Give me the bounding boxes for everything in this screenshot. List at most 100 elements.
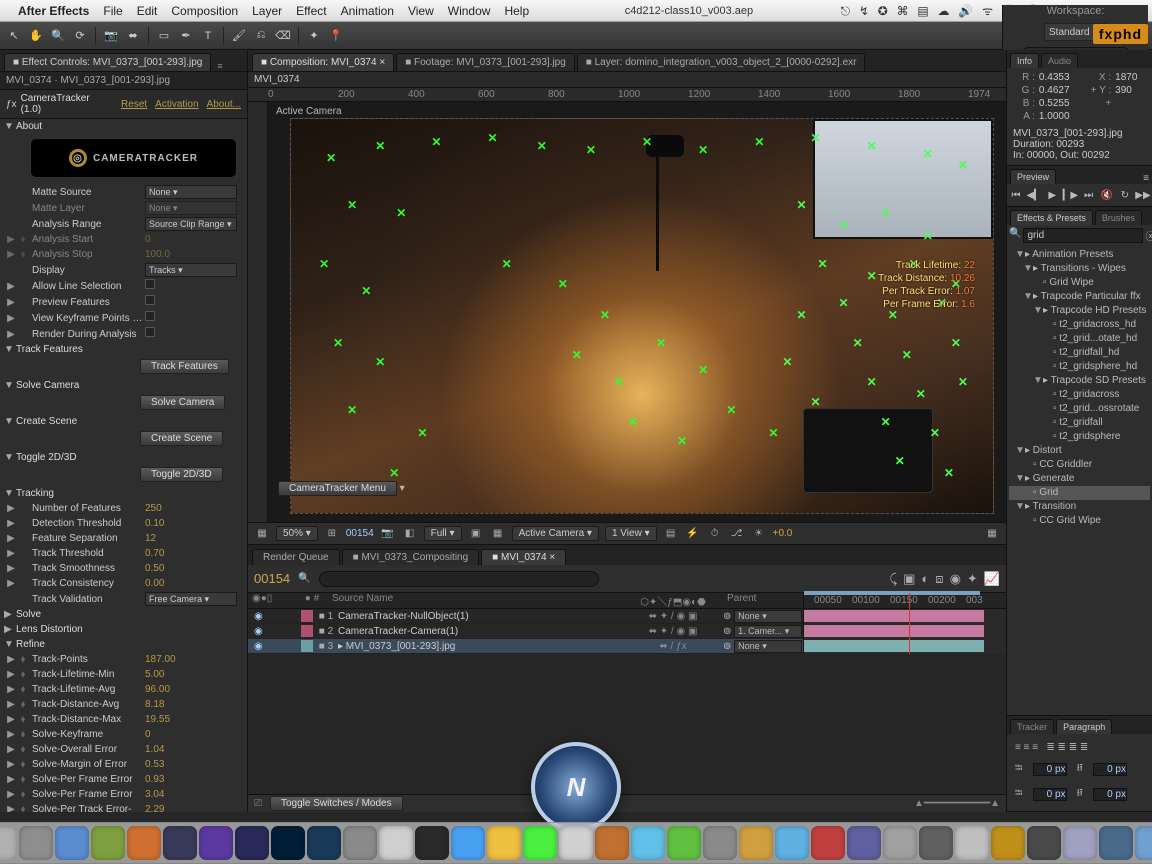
footage-tab[interactable]: ■ Footage: MVI_0373_[001-293].jpg xyxy=(396,53,575,71)
pen-tool-icon[interactable]: ✒ xyxy=(176,26,196,46)
dock-app-icon[interactable] xyxy=(595,826,629,860)
tree-node[interactable]: ▫ t2_gridacross_hd xyxy=(1009,318,1150,332)
current-frame[interactable]: 00154 xyxy=(346,528,374,539)
play-icon[interactable]: ▶ xyxy=(1045,188,1059,202)
dock-app-icon[interactable] xyxy=(847,826,881,860)
property-row[interactable]: ▶Track Threshold0.70 xyxy=(0,546,247,561)
property-row[interactable]: ▶⬧Track-Lifetime-Min5.00 xyxy=(0,667,247,682)
roto-tool-icon[interactable]: ✦ xyxy=(304,26,324,46)
camera-select[interactable]: Active Camera ▾ xyxy=(512,526,599,541)
indent-left[interactable] xyxy=(1033,763,1067,776)
menu-view[interactable]: View xyxy=(408,4,434,18)
type-tool-icon[interactable]: T xyxy=(198,26,218,46)
dock-app-icon[interactable] xyxy=(919,826,953,860)
dock-app-icon[interactable] xyxy=(487,826,521,860)
render-queue-tab[interactable]: Render Queue xyxy=(252,549,340,565)
tray-icon[interactable]: 🔊 xyxy=(958,4,973,18)
layer-search-input[interactable] xyxy=(319,571,599,587)
dock-app-icon[interactable] xyxy=(55,826,89,860)
expand-icon[interactable]: ⎚ xyxy=(254,798,262,809)
menu-effect[interactable]: Effect xyxy=(296,4,326,18)
zoom-slider[interactable]: ▲━━━━━━━━━━━▲ xyxy=(914,798,1000,809)
channel-icon[interactable]: ◧ xyxy=(402,526,418,542)
property-row[interactable]: ▶Preview Features xyxy=(0,294,247,310)
dock-app-icon[interactable] xyxy=(379,826,413,860)
dock-app-icon[interactable] xyxy=(415,826,449,860)
property-row[interactable]: ▶⬧Analysis Stop100.0 xyxy=(0,247,247,262)
dock-app-icon[interactable] xyxy=(163,826,197,860)
tree-node[interactable]: ▫ t2_gridacross xyxy=(1009,388,1150,402)
dock-app-icon[interactable] xyxy=(811,826,845,860)
paragraph-tab[interactable]: Paragraph xyxy=(1056,719,1112,734)
dock-app-icon[interactable] xyxy=(559,826,593,860)
tray-icon[interactable]: ↯ xyxy=(859,4,869,18)
exposure-reset-icon[interactable]: ☀ xyxy=(751,526,767,542)
tree-node[interactable]: ▫ Grid Wipe xyxy=(1009,276,1150,290)
dock-app-icon[interactable] xyxy=(1027,826,1061,860)
panel-menu-icon[interactable]: ≡ xyxy=(217,61,222,71)
tree-node[interactable]: ▼▸ Transitions - Wipes xyxy=(1009,262,1150,276)
property-row[interactable]: ▶Feature Separation12 xyxy=(0,531,247,546)
info-tab[interactable]: Info xyxy=(1010,53,1039,68)
shy-toggle-icon[interactable]: ⤹ xyxy=(889,571,897,587)
effects-presets-tab[interactable]: Effects & Presets xyxy=(1010,210,1093,225)
toggle-2d-3d-button[interactable]: Toggle 2D/3D xyxy=(140,467,223,482)
preview-tab[interactable]: Preview xyxy=(1010,169,1056,184)
tray-icon[interactable]: ⎋ xyxy=(841,4,851,18)
tray-icon[interactable]: ᯤ xyxy=(982,4,993,18)
rotate-tool-icon[interactable]: ⟳ xyxy=(70,26,90,46)
composition-viewer[interactable]: Active Camera ✕✕✕✕✕✕✕✕✕✕✕✕✕✕✕✕✕✕✕✕✕✕✕✕✕✕… xyxy=(268,102,1006,522)
property-row[interactable]: ▶⬧Solve-Keyframe0 xyxy=(0,727,247,742)
track-features-button[interactable]: Track Features xyxy=(140,359,229,374)
property-row[interactable]: Matte SourceNone ▾ xyxy=(0,184,247,200)
comp-tab[interactable]: ■ Composition: MVI_0374 × xyxy=(252,53,394,71)
property-row[interactable]: Matte LayerNone ▾ xyxy=(0,200,247,216)
tray-icon[interactable]: ⌘ xyxy=(897,4,909,18)
property-row[interactable]: ▶Allow Line Selection xyxy=(0,278,247,294)
dock-app-icon[interactable] xyxy=(307,826,341,860)
last-frame-icon[interactable]: ⏭ xyxy=(1082,188,1096,202)
flowchart-icon[interactable]: ⎇ xyxy=(729,526,745,542)
property-row[interactable]: ▶⬧Track-Distance-Avg8.18 xyxy=(0,697,247,712)
brainstorm-icon[interactable]: ✦ xyxy=(967,571,978,587)
tree-node[interactable]: ▼▸ Distort xyxy=(1009,444,1150,458)
paragraph-align-row[interactable]: ≡ ≡ ≡ ≣ ≣ ≣ ≣ xyxy=(1013,738,1146,757)
layer-row[interactable]: ◉■ 1CameraTracker-NullObject(1)⬌ ✦ / ◉ ▣… xyxy=(248,609,803,624)
property-row[interactable]: ▶⬧Analysis Start0 xyxy=(0,232,247,247)
motion-blur-icon[interactable]: ◉ xyxy=(950,571,961,587)
property-row[interactable]: Analysis RangeSource Clip Range ▾ xyxy=(0,216,247,232)
dock-app-icon[interactable] xyxy=(0,826,17,860)
property-row[interactable]: ▶Number of Features250 xyxy=(0,501,247,516)
ram-preview-icon[interactable]: ▶▶ xyxy=(1136,188,1150,202)
timeline-icon[interactable]: ⏱ xyxy=(707,526,723,542)
layer-tab[interactable]: ■ Layer: domino_integration_v003_object_… xyxy=(577,53,866,71)
selection-tool-icon[interactable]: ↖ xyxy=(4,26,24,46)
tree-node[interactable]: ▫ t2_gridsphere_hd xyxy=(1009,360,1150,374)
dock-app-icon[interactable] xyxy=(703,826,737,860)
toggle-switches-button[interactable]: Toggle Switches / Modes xyxy=(270,796,403,811)
graph-editor-icon[interactable]: 📈 xyxy=(984,571,1000,587)
dock-app-icon[interactable] xyxy=(883,826,917,860)
tree-node[interactable]: ▫ CC Grid Wipe xyxy=(1009,514,1150,528)
solve-camera-button[interactable]: Solve Camera xyxy=(140,395,225,410)
fx-toggle-icon[interactable]: ƒx xyxy=(6,99,17,110)
dock-app-icon[interactable] xyxy=(451,826,485,860)
tray-icon[interactable]: ▤ xyxy=(917,4,928,18)
tree-node[interactable]: ▼▸ Generate xyxy=(1009,472,1150,486)
panel-settings-icon[interactable]: ▦ xyxy=(984,526,1000,542)
timeline-tab-active[interactable]: ■ MVI_0374 × xyxy=(481,549,566,565)
dock-app-icon[interactable] xyxy=(631,826,665,860)
tree-node[interactable]: ▫ t2_grid...ossrotate xyxy=(1009,402,1150,416)
property-row[interactable]: ▶⬧Track-Lifetime-Avg96.00 xyxy=(0,682,247,697)
pan-behind-tool-icon[interactable]: ⬌ xyxy=(123,26,143,46)
tracker-tab[interactable]: Tracker xyxy=(1010,719,1054,734)
pixel-aspect-icon[interactable]: ▤ xyxy=(663,526,679,542)
clear-search-icon[interactable]: ⓧ xyxy=(1145,228,1152,243)
always-preview-icon[interactable]: ▦ xyxy=(254,526,270,542)
menu-animation[interactable]: Animation xyxy=(341,4,394,18)
property-row[interactable]: DisplayTracks ▾ xyxy=(0,262,247,278)
menu-edit[interactable]: Edit xyxy=(137,4,158,18)
eraser-tool-icon[interactable]: ⌫ xyxy=(273,26,293,46)
tree-node[interactable]: ▫ t2_gridsphere xyxy=(1009,430,1150,444)
property-row[interactable]: ▶⬧Solve-Per Frame Error3.04 xyxy=(0,787,247,802)
